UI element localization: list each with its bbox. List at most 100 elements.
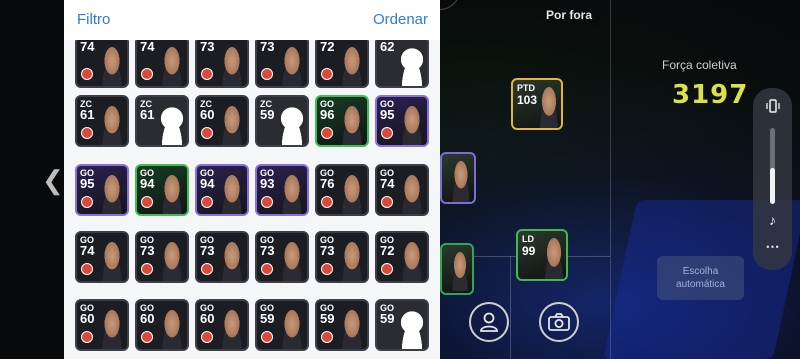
chevron-left-icon[interactable]: ❮ [42, 165, 64, 196]
player-card[interactable]: GO 60 [75, 299, 129, 351]
filter-button[interactable]: Filtro [77, 11, 110, 28]
camera-button[interactable] [539, 302, 579, 342]
player-portrait [540, 237, 566, 279]
player-portrait [277, 46, 307, 86]
overall-rating: 73 [200, 243, 215, 258]
player-card[interactable]: GO 60 [195, 299, 249, 351]
player-card[interactable]: GO 73 [255, 231, 309, 283]
player-card[interactable]: GO 59 [375, 299, 429, 351]
club-badge-icon [201, 263, 213, 275]
player-card[interactable]: 72 [315, 36, 369, 88]
position-label: PTD [517, 83, 535, 93]
person-icon [480, 312, 498, 332]
club-badge-icon [201, 331, 213, 343]
player-portrait [97, 309, 127, 349]
player-portrait [157, 105, 187, 145]
player-card[interactable]: GO 94 [195, 164, 249, 216]
club-badge-icon [261, 263, 273, 275]
team-strength-label: Força coletiva [662, 58, 737, 72]
view-label[interactable]: Por fora [546, 8, 592, 22]
player-card[interactable]: GO 73 [135, 231, 189, 283]
club-badge-icon [81, 68, 93, 80]
player-card[interactable]: ZC 61 [135, 95, 189, 147]
sort-button[interactable]: Ordenar [373, 11, 428, 28]
overall-rating: 62 [380, 39, 395, 54]
field-player-card[interactable] [440, 243, 474, 295]
player-portrait [217, 105, 247, 145]
music-note-icon[interactable]: ♪ [753, 212, 792, 228]
overall-rating: 95 [80, 176, 95, 191]
panel-header: Filtro Ordenar [64, 0, 440, 40]
overall-rating: 73 [260, 39, 275, 54]
player-card[interactable]: GO 93 [255, 164, 309, 216]
overall-rating: 94 [200, 176, 215, 191]
player-card[interactable]: GO 96 [315, 95, 369, 147]
club-badge-icon [201, 68, 213, 80]
overall-rating: 59 [260, 107, 275, 122]
overall-rating: 72 [320, 39, 335, 54]
player-portrait [397, 174, 427, 214]
field-player-card[interactable]: PTD 103 [511, 78, 563, 130]
club-badge-icon [81, 127, 93, 139]
player-list-panel: 74 74 73 73 72 62 ZC 61 ZC 61 ZC 60 ZC 59 GO 96 GO 95 GO 95… [64, 0, 440, 359]
player-portrait [448, 160, 474, 202]
player-portrait [217, 309, 247, 349]
player-portrait [217, 174, 247, 214]
player-card[interactable]: 74 [135, 36, 189, 88]
player-portrait [337, 309, 367, 349]
player-card[interactable]: GO 73 [315, 231, 369, 283]
overall-rating: 60 [140, 311, 155, 326]
overall-rating: 60 [80, 311, 95, 326]
auto-select-button[interactable]: Escolha automática [657, 256, 744, 300]
player-view-button[interactable] [469, 302, 509, 342]
overall-rating: 74 [80, 243, 95, 258]
player-card[interactable]: ZC 59 [255, 95, 309, 147]
player-card[interactable]: 62 [375, 36, 429, 88]
club-badge-icon [141, 68, 153, 80]
player-portrait [157, 241, 187, 281]
player-portrait [157, 174, 187, 214]
player-portrait [397, 309, 427, 349]
player-card[interactable]: GO 60 [135, 299, 189, 351]
player-card[interactable]: GO 59 [315, 299, 369, 351]
player-card[interactable]: ZC 60 [195, 95, 249, 147]
overall-rating: 61 [140, 107, 155, 122]
player-portrait [535, 86, 561, 128]
club-badge-icon [321, 68, 333, 80]
player-card[interactable]: GO 76 [315, 164, 369, 216]
player-card[interactable]: GO 59 [255, 299, 309, 351]
overall-rating: 95 [380, 107, 395, 122]
player-portrait [97, 174, 127, 214]
player-card[interactable]: GO 94 [135, 164, 189, 216]
player-card[interactable]: ZC 61 [75, 95, 129, 147]
player-card[interactable]: GO 95 [75, 164, 129, 216]
player-portrait [397, 241, 427, 281]
player-card[interactable]: GO 95 [375, 95, 429, 147]
club-badge-icon [381, 196, 393, 208]
more-dots-icon[interactable]: ⋯ [753, 238, 792, 255]
player-card[interactable]: GO 73 [195, 231, 249, 283]
club-badge-icon [261, 331, 273, 343]
overall-rating: 74 [80, 39, 95, 54]
overall-rating: 60 [200, 311, 215, 326]
field-player-card[interactable]: LD 99 [516, 229, 568, 281]
club-badge-icon [261, 68, 273, 80]
player-portrait [97, 241, 127, 281]
overall-rating: 74 [140, 39, 155, 54]
player-portrait [397, 105, 427, 145]
player-portrait [217, 46, 247, 86]
player-card[interactable]: 73 [195, 36, 249, 88]
overall-rating: 73 [140, 243, 155, 258]
player-portrait [97, 46, 127, 86]
player-card[interactable]: GO 72 [375, 231, 429, 283]
camera-icon [548, 313, 570, 331]
overall-rating: 72 [380, 243, 395, 258]
player-card[interactable]: GO 74 [375, 164, 429, 216]
field-player-card[interactable] [440, 152, 476, 204]
overall-rating: 96 [320, 107, 335, 122]
player-card[interactable]: GO 74 [75, 231, 129, 283]
club-badge-icon [81, 263, 93, 275]
vibrate-icon[interactable] [753, 98, 792, 117]
player-card[interactable]: 73 [255, 36, 309, 88]
player-card[interactable]: 74 [75, 36, 129, 88]
